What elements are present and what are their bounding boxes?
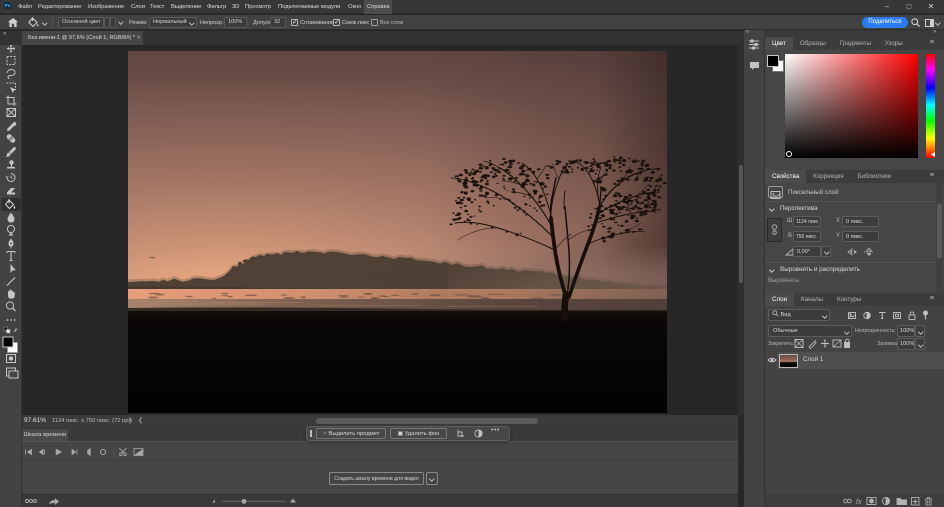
svg-text:fx: fx [856,499,862,506]
